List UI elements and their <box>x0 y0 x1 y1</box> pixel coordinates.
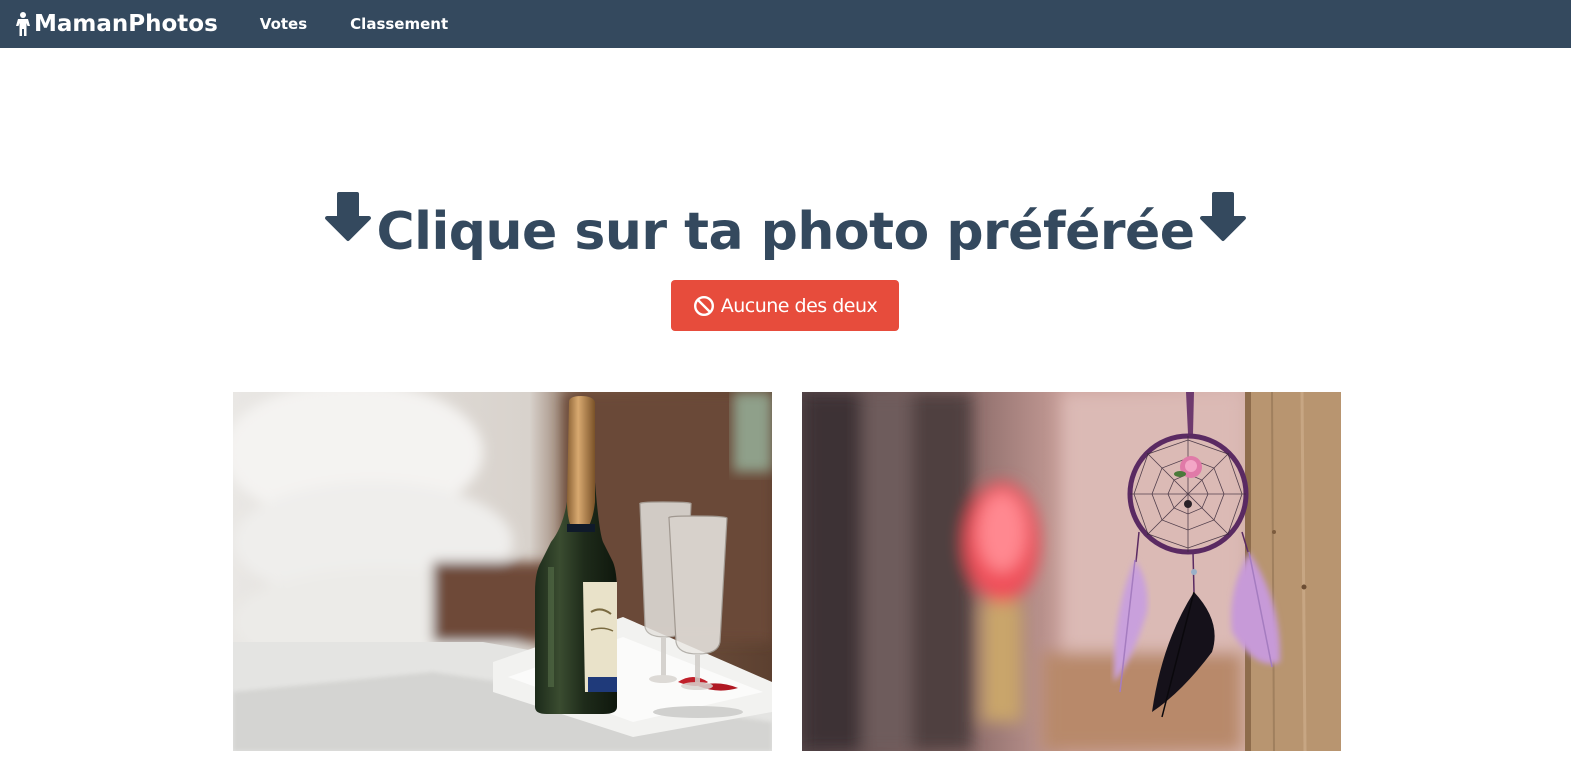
dreamcatcher-photo <box>802 392 1341 751</box>
none-button-label: Aucune des deux <box>720 294 878 317</box>
champagne-bottle-photo <box>233 392 772 751</box>
person-icon <box>16 12 30 36</box>
page-heading: Clique sur ta photo préférée <box>0 192 1571 275</box>
nav-link-classement[interactable]: Classement <box>330 0 468 48</box>
heading-text: Clique sur ta photo préférée <box>376 202 1195 262</box>
photo-option-left[interactable] <box>233 392 772 751</box>
photo-option-right[interactable] <box>802 392 1341 751</box>
arrow-down-icon <box>1199 189 1247 269</box>
top-navbar: MamanPhotos Votes Classement <box>0 0 1571 48</box>
brand-link[interactable]: MamanPhotos <box>15 0 218 48</box>
arrow-down-icon <box>324 189 372 269</box>
ban-icon <box>693 295 714 316</box>
none-of-both-button[interactable]: Aucune des deux <box>671 280 899 331</box>
nav-link-votes[interactable]: Votes <box>240 0 327 48</box>
brand-text: MamanPhotos <box>34 11 218 37</box>
